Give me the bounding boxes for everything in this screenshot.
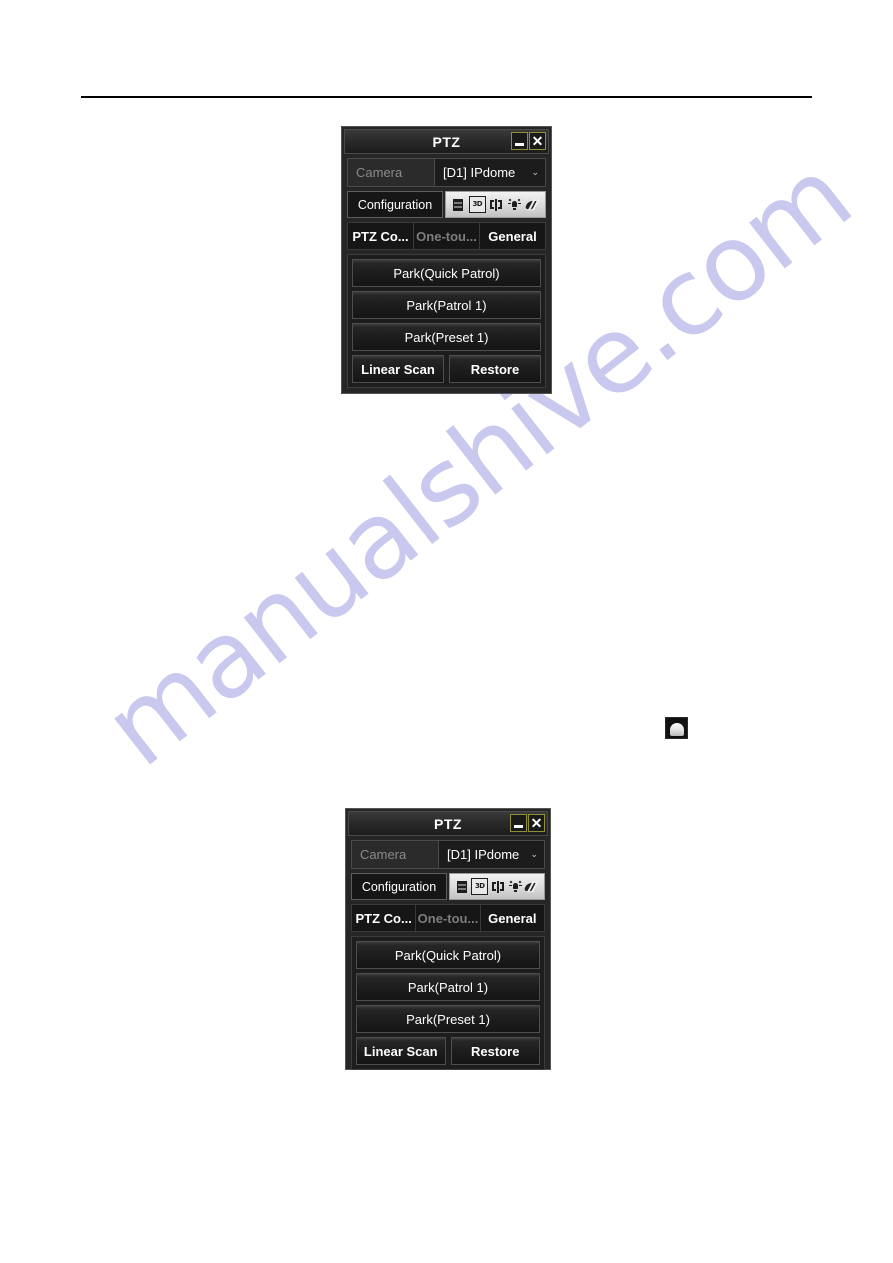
configuration-row: Configuration 3D bbox=[351, 873, 545, 900]
ptz-panel-body: Camera [D1] IPdome ⌄ Configuration 3D PT… bbox=[344, 154, 549, 391]
header-divider bbox=[81, 96, 812, 98]
park-patrol-1-button[interactable]: Park(Patrol 1) bbox=[356, 973, 540, 1001]
ptz-window-title: PTZ bbox=[434, 815, 462, 832]
close-button[interactable]: ✕ bbox=[528, 814, 545, 832]
dome-shape bbox=[669, 723, 684, 736]
tab-ptz-control[interactable]: PTZ Co... bbox=[351, 904, 417, 932]
camera-select[interactable]: [D1] IPdome ⌄ bbox=[439, 840, 545, 869]
camera-select-value: [D1] IPdome bbox=[447, 847, 520, 862]
minimize-button[interactable] bbox=[510, 814, 527, 832]
close-button[interactable]: ✕ bbox=[529, 132, 546, 150]
ptz-general-content: Park(Quick Patrol) Park(Patrol 1) Park(P… bbox=[347, 254, 546, 388]
focus-frame-icon[interactable] bbox=[490, 879, 505, 894]
park-patrol-1-button[interactable]: Park(Patrol 1) bbox=[352, 291, 541, 319]
ptz-tool-strip: 3D bbox=[445, 191, 546, 218]
three-d-zoom-icon[interactable]: 3D bbox=[471, 878, 489, 895]
ptz-tool-strip: 3D bbox=[449, 873, 545, 900]
minimize-button[interactable] bbox=[511, 132, 528, 150]
park-preset-1-button[interactable]: Park(Preset 1) bbox=[356, 1005, 540, 1033]
chevron-down-icon: ⌄ bbox=[531, 167, 539, 177]
three-d-zoom-icon[interactable]: 3D bbox=[468, 196, 486, 213]
window-controls: ✕ bbox=[511, 132, 546, 150]
ptz-titlebar: PTZ ✕ bbox=[344, 129, 549, 154]
tab-general[interactable]: General bbox=[480, 904, 545, 932]
tab-ptz-control[interactable]: PTZ Co... bbox=[347, 222, 414, 250]
window-controls: ✕ bbox=[510, 814, 545, 832]
restore-button[interactable]: Restore bbox=[450, 1037, 540, 1065]
light-icon[interactable] bbox=[507, 197, 522, 212]
camera-row: Camera [D1] IPdome ⌄ bbox=[347, 158, 546, 187]
restore-button[interactable]: Restore bbox=[449, 355, 541, 383]
camera-label: Camera bbox=[347, 158, 435, 187]
ptz-tabs: PTZ Co... One-tou... General bbox=[351, 904, 545, 932]
ptz-panel-body: Camera [D1] IPdome ⌄ Configuration 3D PT… bbox=[348, 836, 548, 1073]
linear-scan-button[interactable]: Linear Scan bbox=[356, 1037, 446, 1065]
chevron-down-icon: ⌄ bbox=[530, 849, 538, 859]
camera-label: Camera bbox=[351, 840, 439, 869]
light-icon[interactable] bbox=[508, 879, 523, 894]
camera-select[interactable]: [D1] IPdome ⌄ bbox=[435, 158, 546, 187]
wiper-icon[interactable] bbox=[525, 197, 540, 212]
camera-row: Camera [D1] IPdome ⌄ bbox=[351, 840, 545, 869]
ptz-general-content: Park(Quick Patrol) Park(Patrol 1) Park(P… bbox=[351, 936, 545, 1070]
minimize-icon bbox=[515, 143, 524, 146]
camera-select-value: [D1] IPdome bbox=[443, 165, 516, 180]
configuration-row: Configuration 3D bbox=[347, 191, 546, 218]
close-icon: ✕ bbox=[531, 133, 544, 149]
close-icon: ✕ bbox=[530, 815, 543, 831]
ptz-dome-camera-icon bbox=[665, 717, 688, 739]
menu-icon[interactable] bbox=[451, 197, 466, 212]
wiper-icon[interactable] bbox=[524, 879, 540, 894]
linear-scan-button[interactable]: Linear Scan bbox=[352, 355, 444, 383]
tab-general[interactable]: General bbox=[480, 222, 546, 250]
minimize-icon bbox=[514, 825, 523, 828]
focus-frame-icon[interactable] bbox=[489, 197, 504, 212]
tab-one-touch[interactable]: One-tou... bbox=[416, 904, 481, 932]
ptz-tabs: PTZ Co... One-tou... General bbox=[347, 222, 546, 250]
bottom-button-pair: Linear Scan Restore bbox=[356, 1037, 540, 1065]
park-preset-1-button[interactable]: Park(Preset 1) bbox=[352, 323, 541, 351]
ptz-panel-bottom: PTZ ✕ Camera [D1] IPdome ⌄ Configuration… bbox=[345, 808, 551, 1070]
park-quick-patrol-button[interactable]: Park(Quick Patrol) bbox=[356, 941, 540, 969]
menu-icon[interactable] bbox=[454, 879, 469, 894]
configuration-button[interactable]: Configuration bbox=[351, 873, 447, 900]
tab-one-touch[interactable]: One-tou... bbox=[414, 222, 480, 250]
park-quick-patrol-button[interactable]: Park(Quick Patrol) bbox=[352, 259, 541, 287]
ptz-window-title: PTZ bbox=[432, 133, 461, 150]
bottom-button-pair: Linear Scan Restore bbox=[352, 355, 541, 383]
ptz-titlebar: PTZ ✕ bbox=[348, 811, 548, 836]
configuration-button[interactable]: Configuration bbox=[347, 191, 443, 218]
ptz-panel-top: PTZ ✕ Camera [D1] IPdome ⌄ Configuration… bbox=[341, 126, 552, 394]
